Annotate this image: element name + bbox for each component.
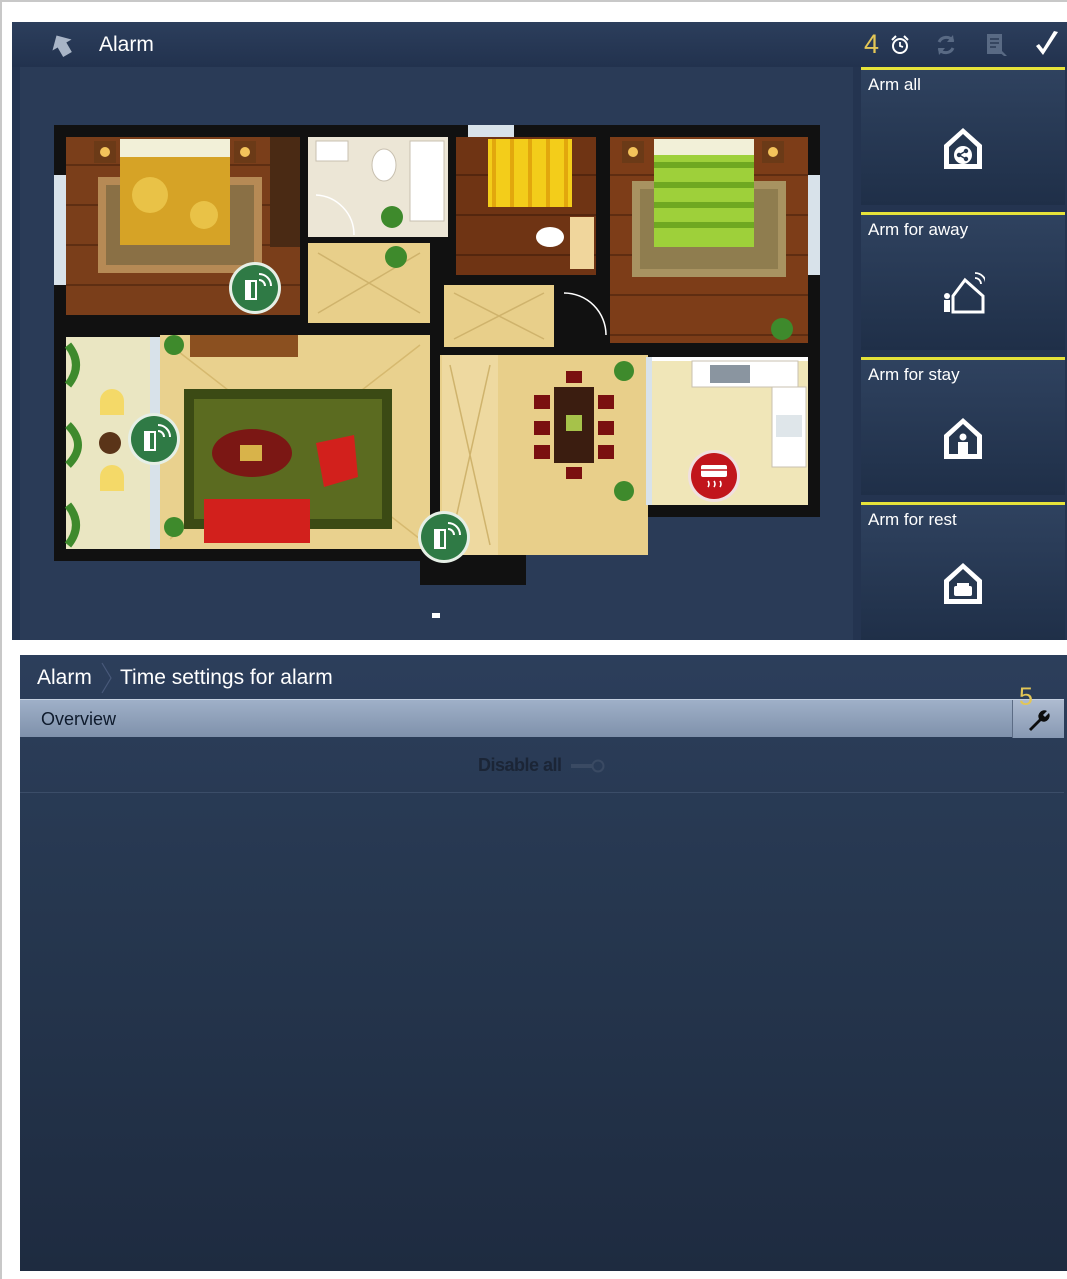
mode-label: Arm for stay [868, 365, 960, 384]
notes-icon[interactable] [984, 32, 1010, 58]
door-sensor-icon[interactable] [416, 509, 472, 565]
breadcrumb-time-settings: Time settings for alarm [120, 666, 333, 689]
door-sensor-icon[interactable] [126, 411, 182, 467]
arm-rest-house-icon [944, 563, 982, 604]
disable-all-toggle[interactable] [570, 759, 606, 773]
arm-all-house-icon [944, 128, 982, 169]
breadcrumb: Alarm Time settings for alarm [20, 655, 1067, 699]
back-arrow-icon[interactable] [48, 31, 76, 59]
overview-bar: Overview [20, 699, 1064, 738]
heating-alarm-icon[interactable] [686, 448, 742, 504]
disable-all-row: Disable all [20, 737, 1064, 793]
page-indicator[interactable] [432, 613, 440, 618]
alarm-screen: Alarm 4 Arm all Arm for away Arm for sta… [12, 22, 1067, 640]
annotation-number-4: 4 [864, 29, 880, 59]
floor-plan-area [20, 67, 853, 640]
arm-mode-list: Arm all Arm for away Arm for stay Arm fo… [861, 67, 1067, 640]
page-title: Alarm [99, 33, 154, 56]
overview-label: Overview [41, 709, 117, 729]
checkmark-icon[interactable] [1033, 29, 1061, 59]
mode-label: Arm for away [868, 220, 969, 239]
mode-label: Arm all [868, 75, 921, 94]
time-settings-screen: Alarm Time settings for alarm 5 Overview… [20, 655, 1067, 1271]
disable-all-label: Disable all [478, 755, 562, 775]
breadcrumb-alarm[interactable]: Alarm [37, 666, 92, 690]
arm-away-house-icon [944, 272, 985, 314]
alarm-clock-icon[interactable] [887, 32, 913, 58]
mode-card-arm-all[interactable]: Arm all [861, 67, 1065, 205]
mode-card-arm-for-rest[interactable]: Arm for rest [861, 502, 1065, 640]
door-sensor-icon[interactable] [227, 260, 283, 316]
mode-card-arm-for-stay[interactable]: Arm for stay [861, 357, 1065, 495]
arm-stay-house-icon [944, 418, 982, 459]
refresh-icon[interactable] [933, 32, 959, 58]
alarm-header: Alarm 4 [12, 22, 1067, 67]
mode-card-arm-for-away[interactable]: Arm for away [861, 212, 1065, 350]
breadcrumb-separator-icon [101, 662, 112, 694]
mode-label: Arm for rest [868, 510, 957, 529]
annotation-number-5: 5 [1019, 683, 1033, 711]
